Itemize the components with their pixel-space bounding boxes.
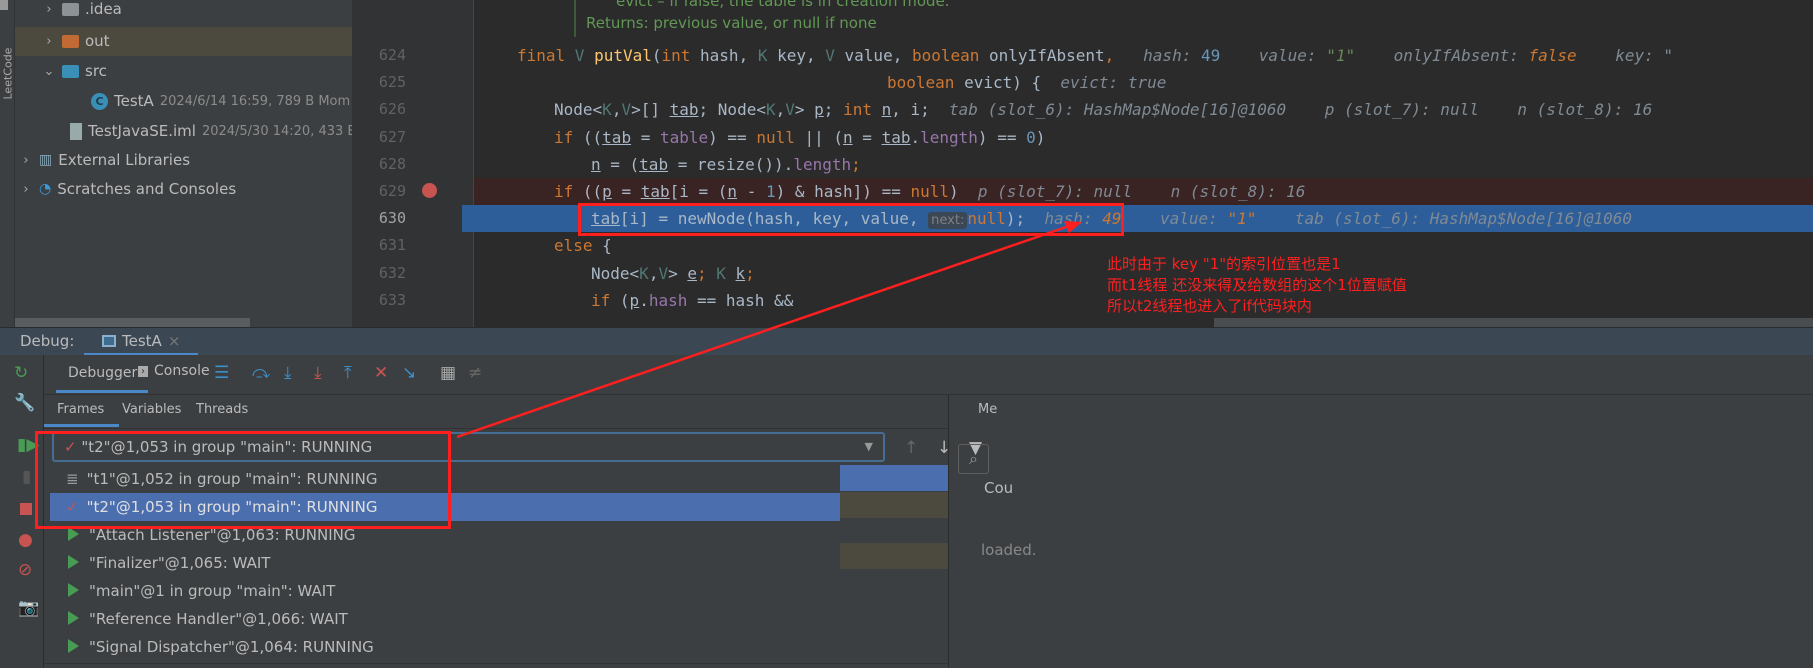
annotation-arrow bbox=[456, 221, 1082, 439]
annotation-text: 此时由于 key "1"的索引位置也是1 bbox=[1107, 255, 1341, 273]
annotation-text: 而t1线程 还没来得及给数组的这个1位置赋值 bbox=[1107, 276, 1407, 294]
annotation-text: 所以t2线程也进入了if代码块内 bbox=[1107, 297, 1312, 315]
